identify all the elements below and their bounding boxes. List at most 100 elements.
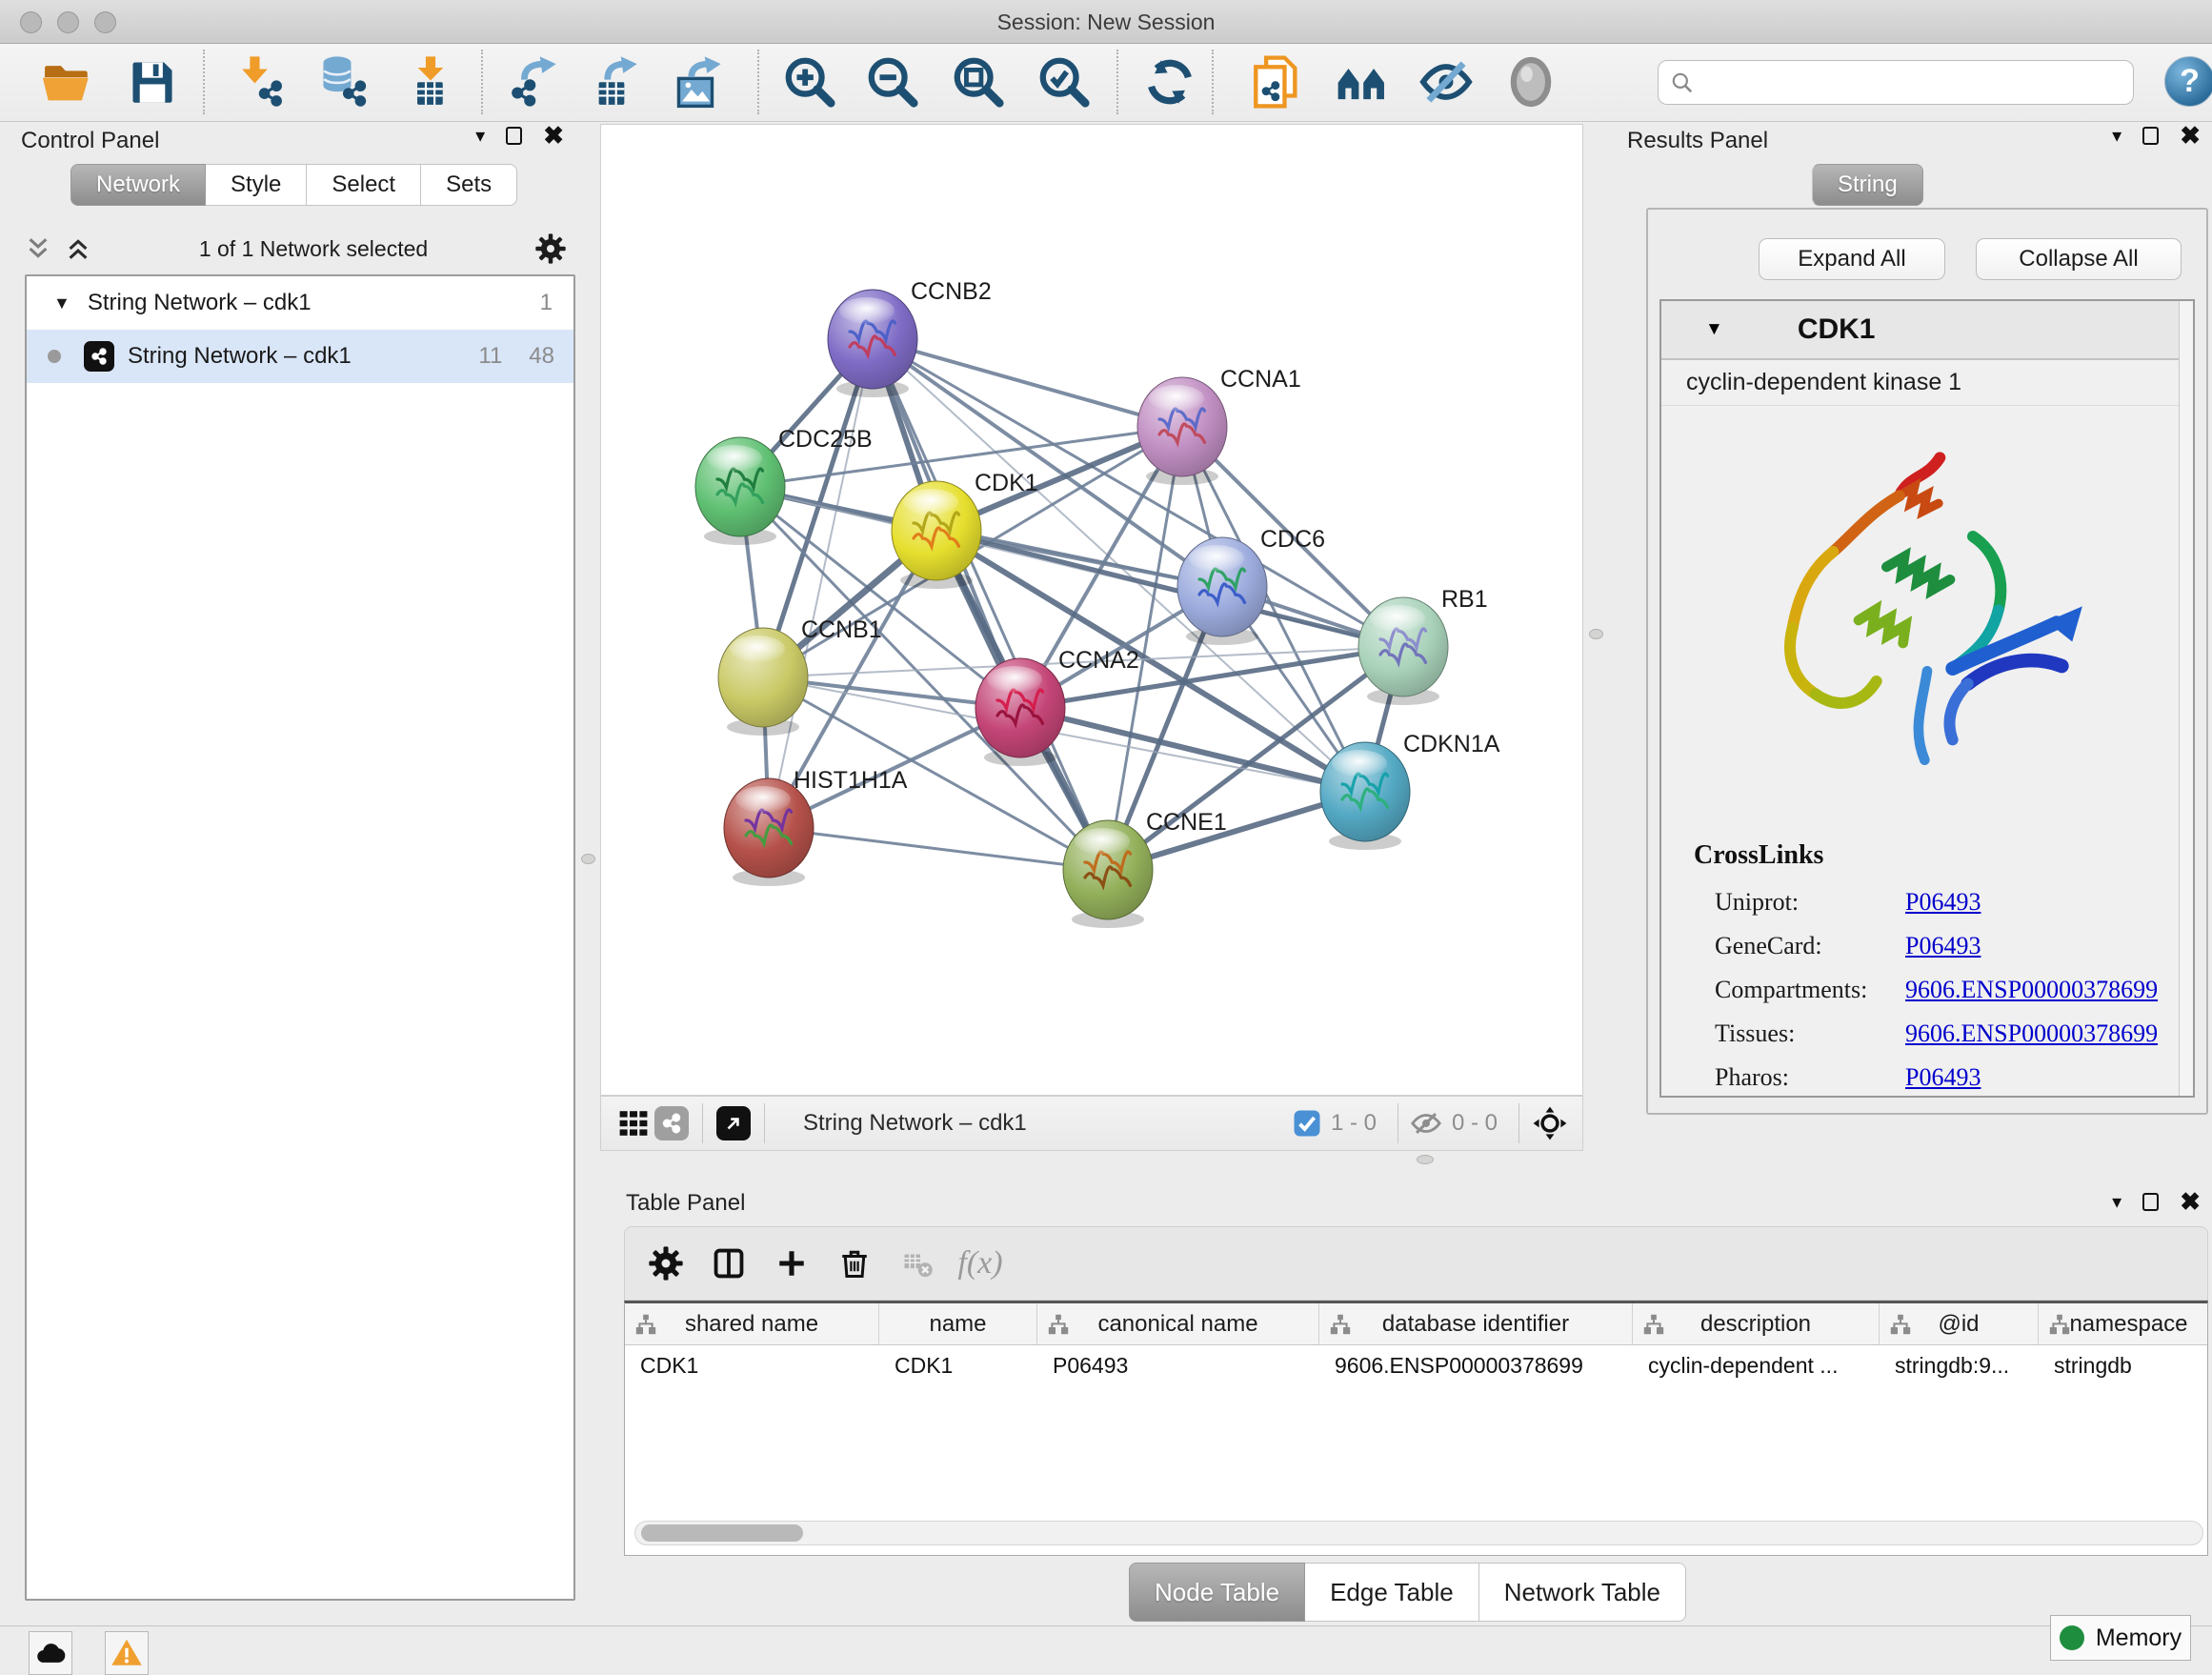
table-cell[interactable]: CDK1 xyxy=(879,1345,1037,1385)
right-splitter-handle[interactable] xyxy=(1589,629,1603,639)
network-canvas[interactable]: CCNB2CCNA1CDC25BCDK1CDC6RB1CCNB1CCNA2CDK… xyxy=(600,124,1583,1096)
column-header-database-identifier[interactable]: database identifier xyxy=(1319,1303,1633,1344)
caret-down-icon[interactable]: ▼ xyxy=(53,293,70,313)
delete-table-button[interactable] xyxy=(892,1238,943,1289)
table-cell[interactable]: cyclin-dependent ... xyxy=(1633,1345,1880,1385)
network-node[interactable]: CDC25B xyxy=(695,426,873,545)
tab-edge-table[interactable]: Edge Table xyxy=(1305,1563,1479,1622)
table-cell[interactable]: CDK1 xyxy=(625,1345,879,1385)
tab-network[interactable]: Network xyxy=(70,164,206,206)
table-row[interactable]: CDK1CDK1P064939606.ENSP00000378699cyclin… xyxy=(625,1345,2207,1385)
column-header-@id[interactable]: @id xyxy=(1880,1303,2039,1344)
crosslink-label: Pharos: xyxy=(1715,1063,1905,1092)
hide-selected-button[interactable] xyxy=(1416,51,1477,112)
open-in-new-window-icon[interactable] xyxy=(714,1104,753,1142)
left-splitter-handle[interactable] xyxy=(581,854,595,864)
table-cell[interactable]: 9606.ENSP00000378699 xyxy=(1319,1345,1633,1385)
expand-all-icon[interactable] xyxy=(65,235,91,262)
export-image-button[interactable] xyxy=(668,51,729,112)
open-session-button[interactable] xyxy=(36,51,97,112)
table-cell[interactable]: stringdb xyxy=(2039,1345,2208,1385)
tab-sets[interactable]: Sets xyxy=(421,164,517,206)
column-header-description[interactable]: description xyxy=(1633,1303,1880,1344)
memory-button[interactable]: Memory xyxy=(2050,1615,2191,1661)
expand-all-button[interactable]: Expand All xyxy=(1759,238,1945,280)
results-scrollbar[interactable] xyxy=(2179,301,2193,1096)
delete-column-button[interactable] xyxy=(829,1238,880,1289)
edge-count: 48 xyxy=(529,343,554,370)
apply-layout-button[interactable] xyxy=(1139,51,1200,112)
network-collection-row[interactable]: ▼ String Network – cdk1 1 xyxy=(27,276,573,330)
birds-eye-view-icon[interactable] xyxy=(1531,1104,1569,1142)
column-header-namespace[interactable]: namespace xyxy=(2039,1303,2208,1344)
crosslink-link[interactable]: P06493 xyxy=(1905,888,1981,917)
zoom-out-button[interactable] xyxy=(862,51,923,112)
network-node[interactable]: RB1 xyxy=(1358,586,1488,705)
add-column-button[interactable] xyxy=(766,1238,817,1289)
table-settings-button[interactable] xyxy=(640,1238,692,1289)
zoom-fit-button[interactable] xyxy=(948,51,1009,112)
tab-network-table[interactable]: Network Table xyxy=(1479,1563,1686,1622)
save-session-button[interactable] xyxy=(122,51,183,112)
zoom-selected-button[interactable] xyxy=(1034,51,1095,112)
collapse-all-button[interactable]: Collapse All xyxy=(1976,238,2182,280)
column-header-name[interactable]: name xyxy=(879,1303,1037,1344)
close-panel-icon[interactable]: ✖ xyxy=(543,127,564,145)
network-node[interactable]: CCNB2 xyxy=(828,278,992,397)
first-neighbors-button[interactable] xyxy=(1332,51,1393,112)
table-cell[interactable]: stringdb:9... xyxy=(1880,1345,2039,1385)
network-node[interactable]: HIST1H1A xyxy=(724,767,908,886)
crosslink-link[interactable]: P06493 xyxy=(1905,1063,1981,1092)
tab-node-table[interactable]: Node Table xyxy=(1129,1563,1305,1622)
network-thumbnail-icon[interactable] xyxy=(653,1104,691,1142)
column-header-canonical-name[interactable]: canonical name xyxy=(1037,1303,1319,1344)
table-horizontal-scrollbar[interactable] xyxy=(634,1521,2203,1545)
panel-menu-icon[interactable]: ▾ xyxy=(2112,1190,2122,1214)
show-columns-button[interactable] xyxy=(703,1238,754,1289)
network-row-selected[interactable]: String Network – cdk1 11 48 xyxy=(27,330,573,383)
close-panel-icon[interactable]: ✖ xyxy=(2180,127,2201,145)
import-network-from-database-button[interactable] xyxy=(312,51,373,112)
search-field[interactable] xyxy=(1658,60,2134,105)
network-node[interactable]: CCNB1 xyxy=(718,616,882,736)
node-table: shared namenamecanonical namedatabase id… xyxy=(624,1301,2208,1556)
column-header-shared-name[interactable]: shared name xyxy=(625,1303,879,1344)
cloud-status-button[interactable] xyxy=(29,1631,72,1675)
hidden-counts: 0 - 0 xyxy=(1452,1110,1498,1137)
horizontal-splitter-handle[interactable] xyxy=(1417,1155,1434,1164)
zoom-in-button[interactable] xyxy=(779,51,840,112)
panel-menu-icon[interactable]: ▾ xyxy=(475,124,485,148)
caret-down-icon[interactable]: ▼ xyxy=(1705,319,1723,340)
float-panel-icon[interactable] xyxy=(2142,1193,2159,1211)
search-input[interactable] xyxy=(1702,70,2122,96)
import-table-button[interactable] xyxy=(400,51,461,112)
float-panel-icon[interactable] xyxy=(2142,127,2159,145)
show-all-button[interactable] xyxy=(1500,51,1561,112)
panel-menu-icon[interactable]: ▾ xyxy=(2112,124,2122,148)
gear-icon[interactable] xyxy=(535,233,566,264)
export-table-button[interactable] xyxy=(584,51,645,112)
close-panel-icon[interactable]: ✖ xyxy=(2180,1193,2201,1211)
tab-string[interactable]: String xyxy=(1812,164,1923,206)
scrollbar-thumb[interactable] xyxy=(641,1524,803,1542)
table-cell[interactable]: P06493 xyxy=(1037,1345,1319,1385)
function-builder-button[interactable]: f(x) xyxy=(955,1238,1006,1289)
warnings-button[interactable] xyxy=(105,1631,149,1675)
collapse-all-icon[interactable] xyxy=(25,235,51,262)
import-network-button[interactable] xyxy=(230,51,291,112)
network-node[interactable]: CCNE1 xyxy=(1063,809,1227,928)
help-button[interactable]: ? xyxy=(2164,56,2212,107)
export-network-button[interactable] xyxy=(503,51,564,112)
grid-view-icon[interactable] xyxy=(614,1104,653,1142)
float-panel-icon[interactable] xyxy=(506,127,522,145)
network-node[interactable]: CCNA1 xyxy=(1137,366,1301,485)
network-node[interactable]: CDKN1A xyxy=(1320,731,1500,850)
crosslink-link[interactable]: 9606.ENSP00000378699 xyxy=(1905,976,2158,1004)
gene-section-header[interactable]: ▼ CDK1 xyxy=(1661,301,2193,360)
crosslink-link[interactable]: 9606.ENSP00000378699 xyxy=(1905,1019,2158,1048)
clone-network-button[interactable] xyxy=(1246,51,1307,112)
tab-style[interactable]: Style xyxy=(206,164,307,206)
tab-select[interactable]: Select xyxy=(307,164,421,206)
crosslink-link[interactable]: P06493 xyxy=(1905,932,1981,960)
network-node[interactable]: CCNA2 xyxy=(975,647,1139,766)
